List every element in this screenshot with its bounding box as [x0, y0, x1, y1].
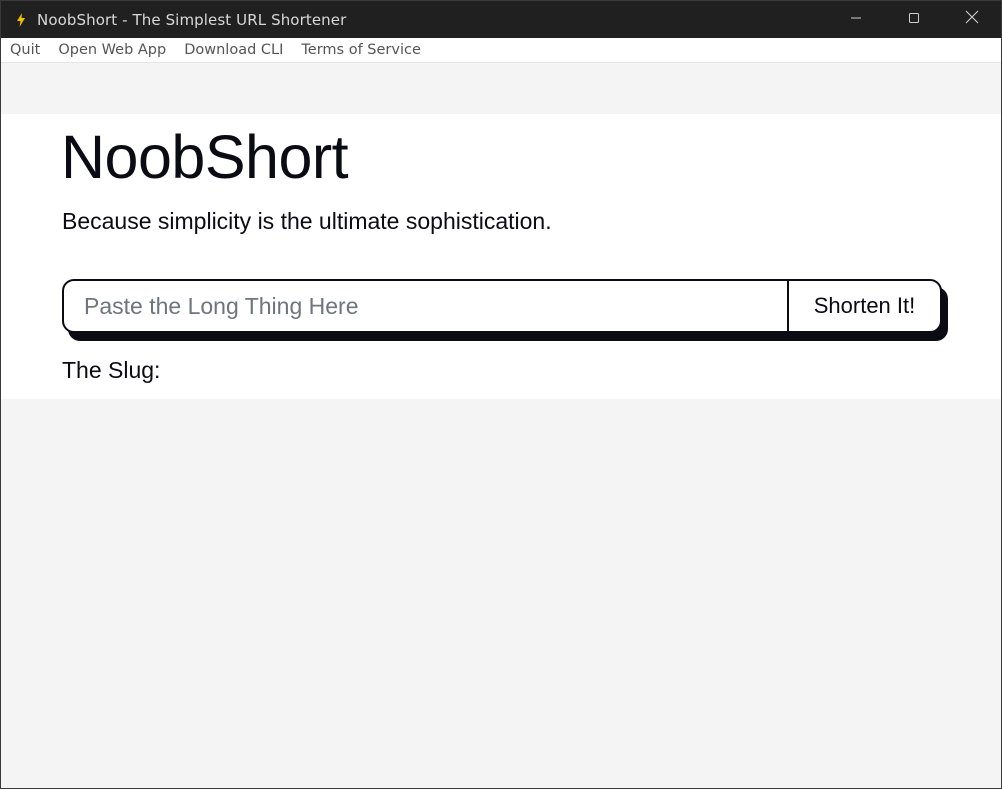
maximize-button[interactable] [885, 1, 943, 38]
minimize-button[interactable] [827, 1, 885, 38]
long-url-input[interactable] [64, 281, 787, 331]
shorten-form: Shorten It! [62, 279, 942, 333]
lightning-bolt-icon [13, 12, 29, 28]
title-bar[interactable]: NoobShort - The Simplest URL Shortener [1, 1, 1001, 38]
page-title: NoobShort [61, 123, 349, 191]
maximize-icon [908, 11, 920, 29]
app-window: NoobShort - The Simplest URL Shortener Q… [0, 0, 1002, 789]
menu-item-terms-of-service[interactable]: Terms of Service [292, 42, 429, 58]
tagline: Because simplicity is the ultimate sophi… [62, 208, 552, 234]
menu-bar: Quit Open Web App Download CLI Terms of … [1, 38, 1001, 63]
close-button[interactable] [943, 1, 1001, 38]
slug-label: The Slug: [62, 357, 161, 383]
menu-item-quit[interactable]: Quit [1, 42, 49, 58]
shortener-card: NoobShort Because simplicity is the ulti… [1, 114, 1001, 399]
window-title: NoobShort - The Simplest URL Shortener [37, 10, 347, 29]
menu-item-download-cli[interactable]: Download CLI [175, 42, 292, 58]
menu-item-open-web-app[interactable]: Open Web App [49, 42, 175, 58]
shorten-button[interactable]: Shorten It! [787, 281, 940, 331]
window-controls [827, 1, 1001, 38]
close-icon [965, 10, 979, 29]
main-content: NoobShort Because simplicity is the ulti… [1, 63, 1001, 788]
minimize-icon [850, 11, 862, 29]
